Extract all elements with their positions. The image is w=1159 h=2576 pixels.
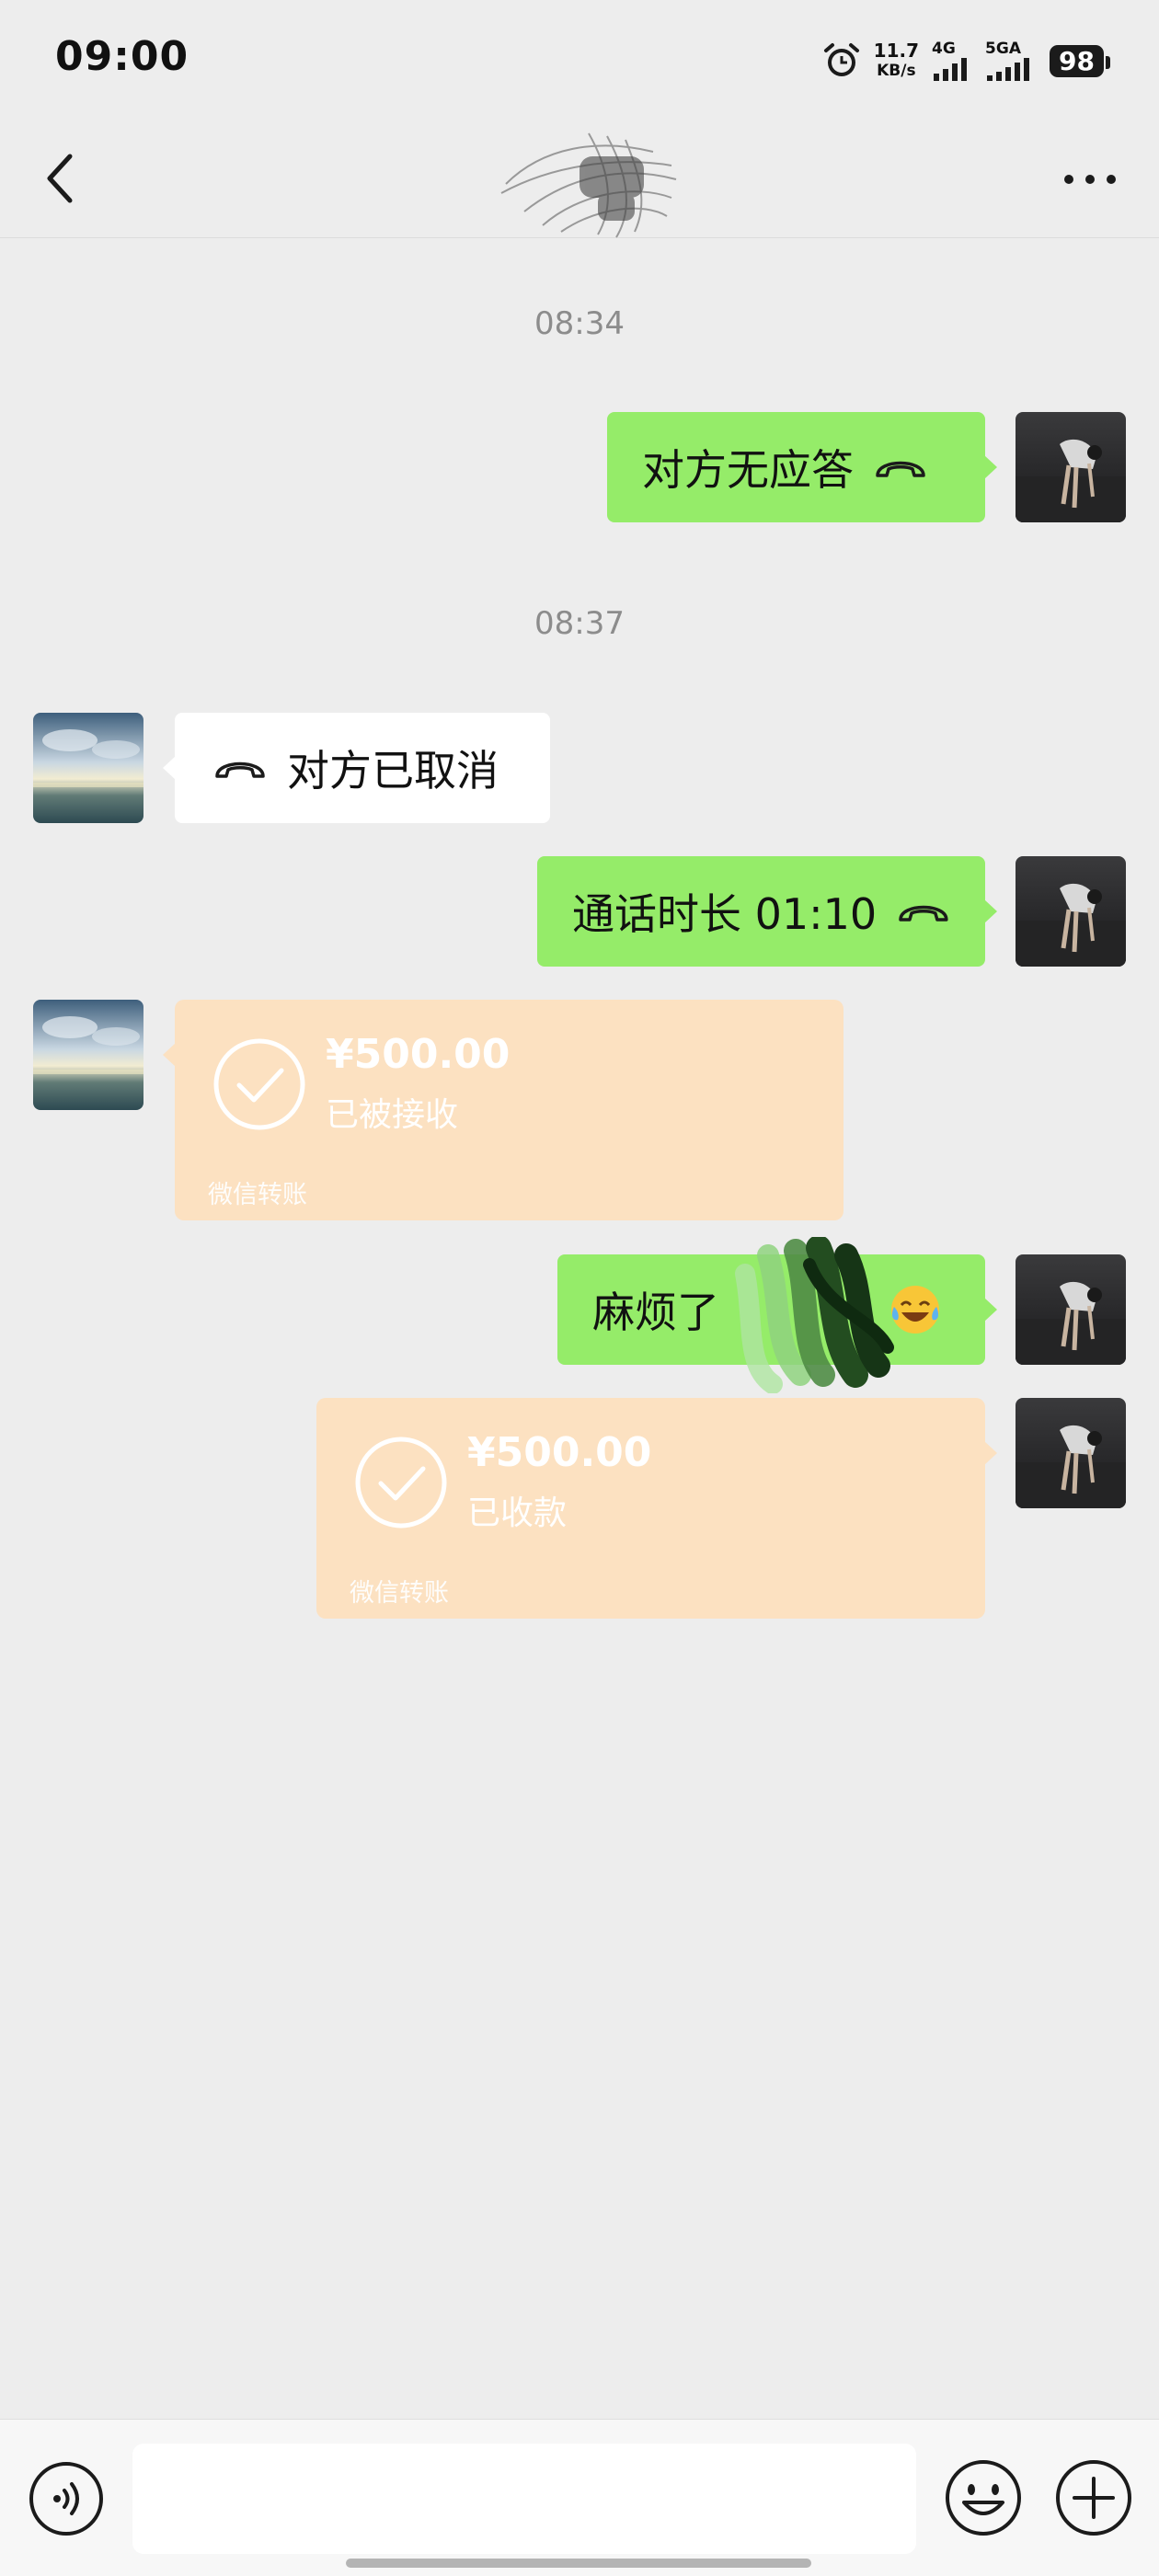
transfer-footer: 微信转账 [208,1181,307,1209]
my-avatar[interactable] [1016,412,1126,522]
my-avatar[interactable] [1016,856,1126,967]
outgoing-call-message[interactable]: 对方无应答 [607,412,997,522]
message-text: 麻烦了 [592,1288,719,1337]
network-speed-value: 11.7 [873,40,920,62]
ellipsis-icon[interactable] [1058,156,1122,202]
contact-avatar[interactable] [33,1000,143,1110]
plus-icon[interactable] [1054,2458,1133,2537]
signal-bars-icon [934,58,968,81]
contact-name-redacted[interactable] [488,129,690,239]
contact-avatar[interactable] [33,713,143,823]
status-icons: 11.7 KB/s 4G 5GA 98 [822,35,1110,86]
transfer-amount: ¥500.00 [467,1429,652,1476]
network-speed: 11.7 KB/s [874,40,919,81]
my-avatar[interactable] [1016,1254,1126,1365]
message-input[interactable] [132,2444,916,2554]
signal-bars-icon [987,58,1030,81]
status-bar: 09:00 11.7 KB/s 4G 5GA 98 [0,0,1159,120]
alarm-icon [823,43,859,76]
sim1-signal: 4G [932,40,972,81]
input-bar [0,2419,1159,2576]
emoji-icon[interactable] [944,2458,1023,2537]
network-speed-unit: KB/s [877,62,916,80]
message-text: 对方无应答 [642,445,854,495]
incoming-call-message[interactable]: 对方已取消 [163,713,550,823]
outgoing-text-message[interactable]: 麻烦了 [557,1254,997,1365]
transfer-card[interactable]: ¥500.00 已收款 微信转账 [316,1398,997,1619]
chevron-left-icon[interactable] [37,143,83,213]
battery-indicator: 98 [1050,44,1110,77]
message-text: 对方已取消 [287,746,499,796]
timestamp: 08:37 [534,605,625,642]
check-circle-icon [213,1038,305,1130]
transfer-card[interactable]: ¥500.00 已被接收 微信转账 [163,1000,843,1220]
sim2-signal: 5GA [985,40,1037,81]
sim1-label: 4G [932,40,956,58]
timestamp: 08:34 [534,305,625,342]
voice-icon[interactable] [28,2460,105,2537]
transfer-amount: ¥500.00 [326,1031,511,1078]
outgoing-call-message[interactable]: 通话时长 01:10 [537,856,997,967]
message-text: 通话时长 01:10 [572,889,878,939]
hang-up-phone-icon [876,461,925,477]
status-time: 09:00 [55,33,189,80]
transfer-status: 已被接收 [326,1096,459,1134]
sim2-label: 5GA [985,40,1021,58]
chat-header [0,120,1159,238]
transfer-footer: 微信转账 [350,1579,449,1608]
home-indicator[interactable] [346,2559,811,2568]
hang-up-phone-icon [899,905,948,922]
laughing-tears-emoji-icon [891,1286,939,1334]
my-avatar[interactable] [1016,1398,1126,1508]
transfer-status: 已收款 [467,1494,568,1532]
check-circle-icon [355,1437,447,1528]
hang-up-phone-icon [215,761,265,778]
